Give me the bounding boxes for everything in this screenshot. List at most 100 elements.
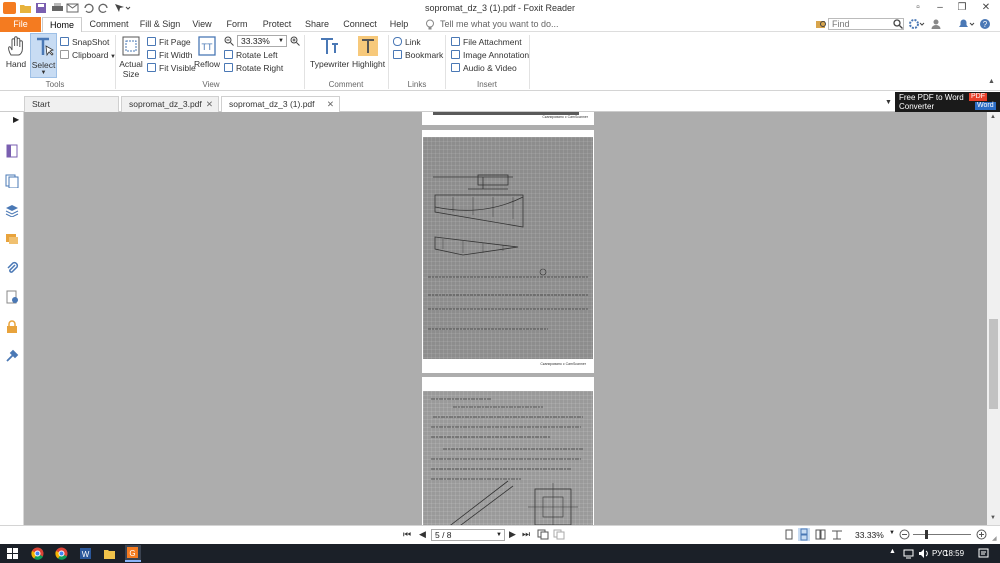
maximize-button[interactable]: ❐ — [955, 2, 969, 14]
tab-protect[interactable]: Protect — [259, 17, 295, 32]
notifications-icon[interactable] — [978, 548, 989, 559]
continuous-facing-view-icon[interactable] — [831, 529, 843, 540]
last-page-icon[interactable]: ⏭ — [522, 529, 530, 540]
comments-panel-icon[interactable] — [5, 232, 19, 246]
search-icon[interactable] — [893, 19, 903, 29]
facing-view-icon[interactable] — [815, 529, 827, 540]
select-tool-button[interactable]: Select ▼ — [30, 33, 57, 78]
scroll-up-icon[interactable]: ▲ — [990, 114, 996, 120]
clock[interactable]: 18:59 — [944, 549, 964, 558]
tab-view[interactable]: View — [188, 17, 216, 32]
zoom-out-icon[interactable] — [224, 36, 234, 46]
close-tab-icon[interactable]: ✕ — [327, 97, 334, 112]
tab-comment[interactable]: Comment — [86, 17, 132, 32]
scroll-down-icon[interactable]: ▼ — [990, 515, 996, 521]
search-tools-icon[interactable] — [815, 18, 827, 30]
bookmark-icon — [393, 50, 402, 59]
bookmarks-panel-icon[interactable] — [5, 144, 19, 158]
fit-page-button[interactable]: Fit Page — [147, 36, 191, 48]
help-icon[interactable]: ? — [979, 18, 991, 30]
page-number-input[interactable]: 5 / 8 ▼ — [431, 529, 505, 541]
chrome-icon[interactable] — [31, 547, 44, 560]
tray-expand-icon[interactable]: ▲ — [889, 548, 896, 555]
zoom-dropdown-icon[interactable]: ▼ — [889, 530, 895, 536]
expand-panel-icon[interactable]: ▶ — [13, 115, 19, 124]
previous-page-icon[interactable]: ◀ — [419, 529, 426, 540]
fit-width-button[interactable]: Fit Width — [147, 49, 193, 61]
zoom-in-button[interactable] — [976, 529, 987, 540]
file-attachment-button[interactable]: File Attachment — [451, 36, 522, 48]
link-button[interactable]: Link — [393, 36, 421, 48]
typewriter-button[interactable]: Typewriter — [310, 35, 349, 69]
tab-fill-sign[interactable]: Fill & Sign — [137, 17, 183, 32]
content-tools-icon[interactable] — [5, 349, 19, 363]
tab-document-active-label: sopromat_dz_3 (1).pdf — [229, 99, 315, 109]
tab-connect[interactable]: Connect — [340, 17, 380, 32]
first-page-icon[interactable]: ⏮ — [403, 529, 411, 540]
hand-tool-button[interactable]: Hand — [4, 35, 28, 69]
zoom-in-icon[interactable] — [290, 36, 300, 46]
next-view-icon[interactable] — [553, 529, 565, 540]
tab-home[interactable]: Home — [42, 17, 82, 32]
rotate-left-button[interactable]: Rotate Left — [224, 49, 278, 61]
status-bar: ⏮ ◀ 5 / 8 ▼ ▶ ⏭ 33.33% ▼ ◢ — [0, 525, 1000, 544]
file-menu[interactable]: File — [0, 17, 41, 32]
zoom-level-select[interactable]: 33.33% ▼ — [237, 35, 287, 47]
tab-help[interactable]: Help — [386, 17, 412, 32]
actual-size-button[interactable]: Actual Size — [118, 35, 144, 79]
tab-share[interactable]: Share — [302, 17, 332, 32]
signatures-panel-icon[interactable] — [5, 290, 19, 304]
chrome-icon[interactable] — [55, 547, 68, 560]
windows-start-icon[interactable] — [6, 547, 19, 560]
restore-layout-icon[interactable]: ▫ — [911, 2, 925, 14]
rotate-right-button[interactable]: Rotate Right — [224, 62, 283, 74]
collapse-ribbon-icon[interactable]: ▲ — [988, 78, 995, 85]
notification-bell-icon[interactable] — [957, 18, 975, 30]
file-explorer-icon[interactable] — [103, 547, 116, 560]
image-annotation-button[interactable]: Image Annotation — [451, 49, 529, 61]
zoom-percentage[interactable]: 33.33% — [855, 530, 884, 540]
vertical-scrollbar[interactable]: ▲ ▼ — [987, 112, 1000, 525]
volume-icon[interactable] — [918, 548, 929, 559]
tab-form[interactable]: Form — [222, 17, 252, 32]
network-icon[interactable] — [903, 548, 914, 559]
fit-visible-button[interactable]: Fit Visible — [147, 62, 196, 74]
foxit-reader-taskbar-icon[interactable]: G — [125, 545, 141, 562]
close-tab-icon[interactable]: ✕ — [206, 97, 213, 112]
tab-document[interactable]: sopromat_dz_3.pdf ✕ — [121, 96, 219, 112]
minimize-button[interactable]: – — [933, 2, 947, 14]
promo-banner[interactable]: Free PDF to Word Converter PDF Word — [895, 92, 1000, 112]
previous-view-icon[interactable] — [537, 529, 549, 540]
tell-me-input[interactable]: Tell me what you want to do... — [440, 19, 559, 29]
attachments-panel-icon[interactable] — [5, 261, 19, 275]
separator — [115, 35, 116, 89]
pages-panel-icon[interactable] — [5, 174, 19, 189]
security-lock-icon[interactable] — [5, 320, 19, 334]
scrollbar-thumb[interactable] — [989, 319, 998, 409]
document-viewport[interactable]: Сканировано с CamScanner Сканировано с C… — [24, 112, 987, 525]
page-footer-text: Сканировано с CamScanner — [540, 362, 586, 366]
single-page-view-icon[interactable] — [784, 529, 794, 540]
zoom-out-button[interactable] — [899, 529, 910, 540]
clipboard-button[interactable]: Clipboard ▼ — [60, 49, 116, 61]
reflow-button[interactable]: TT Reflow — [194, 35, 220, 69]
bookmark-button[interactable]: Bookmark — [393, 49, 443, 61]
svg-text:TT: TT — [202, 42, 213, 52]
audio-video-button[interactable]: Audio & Video — [451, 62, 517, 74]
zoom-slider-thumb[interactable] — [925, 530, 928, 539]
tab-list-dropdown-icon[interactable]: ▼ — [885, 99, 892, 106]
tab-start[interactable]: Start — [24, 96, 119, 112]
highlight-button[interactable]: Highlight — [352, 35, 385, 69]
word-icon[interactable]: W — [79, 547, 92, 560]
next-page-icon[interactable]: ▶ — [509, 529, 516, 540]
settings-gear-icon[interactable] — [908, 18, 926, 30]
user-icon[interactable] — [930, 18, 942, 30]
close-button[interactable]: ✕ — [979, 2, 993, 14]
insert-group-label: Insert — [476, 80, 497, 89]
continuous-view-icon[interactable] — [798, 528, 810, 541]
snapshot-button[interactable]: SnapShot — [60, 36, 109, 48]
rotate-left-icon — [224, 50, 233, 59]
zoom-slider[interactable] — [913, 530, 971, 539]
layers-panel-icon[interactable] — [5, 203, 19, 218]
tab-document-active[interactable]: sopromat_dz_3 (1).pdf ✕ — [221, 96, 340, 112]
